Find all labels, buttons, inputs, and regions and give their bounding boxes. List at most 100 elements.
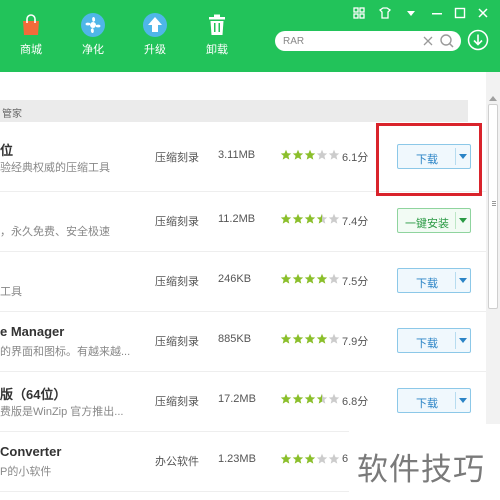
- nav-upgrade-button[interactable]: 升级: [132, 6, 178, 66]
- nav-upgrade-label: 升级: [144, 44, 166, 56]
- button-divider: [455, 392, 456, 409]
- star-icon: [280, 393, 292, 404]
- app-category: 办公软件: [155, 456, 199, 468]
- dropdown-arrow-icon[interactable]: [459, 338, 467, 343]
- app-row[interactable]: 工具 压缩刻录 246KB 7.5分 下载: [0, 252, 486, 312]
- menu-down-icon[interactable]: [404, 6, 418, 20]
- star-icon: [328, 333, 340, 344]
- app-size: 885KB: [218, 333, 252, 345]
- scroll-up-arrow-icon[interactable]: [489, 96, 497, 101]
- star-icon: [280, 453, 292, 464]
- app-description: ，永久免费、安全极速: [0, 226, 110, 238]
- star-icon: [304, 149, 316, 160]
- star-icon: [316, 333, 328, 344]
- download-button[interactable]: 下载: [397, 268, 471, 293]
- search-icon[interactable]: [439, 33, 455, 49]
- app-category: 压缩刻录: [155, 152, 199, 164]
- star-icon: [292, 273, 304, 284]
- trash-icon: [209, 14, 225, 35]
- star-icon: [304, 453, 316, 464]
- section-title: 管家: [2, 109, 22, 120]
- top-toolbar: 商城 净化 升级 卸载: [0, 0, 500, 72]
- star-icon: [292, 333, 304, 344]
- app-rating: 7.9分: [342, 336, 369, 348]
- minimize-icon[interactable]: [430, 6, 444, 20]
- install-button[interactable]: 一键安装: [397, 208, 471, 233]
- search-input[interactable]: [283, 33, 413, 49]
- app-row[interactable]: 版（64位） 费版是WinZip 官方推出... 压缩刻录 17.2MB 6.8分 下载: [0, 372, 486, 432]
- star-rating: [280, 333, 340, 347]
- app-category: 压缩刻录: [155, 396, 199, 408]
- scroll-grip-icon: [492, 201, 496, 202]
- grid-icon[interactable]: [352, 6, 366, 20]
- star-icon: [304, 333, 316, 344]
- download-button[interactable]: 下载: [397, 388, 471, 413]
- app-row[interactable]: e Manager 的界面和图标。有越来越... 压缩刻录 885KB 7.9分 下载: [0, 312, 486, 372]
- watermark-text: 软件技巧: [357, 452, 485, 488]
- star-icon: [328, 453, 340, 464]
- maximize-icon[interactable]: [453, 6, 467, 20]
- nav-uninstall-label: 卸载: [206, 44, 228, 56]
- search-box: [275, 31, 461, 51]
- star-icon: [316, 453, 328, 464]
- nav-uninstall-button[interactable]: 卸载: [194, 6, 240, 66]
- section-header: 管家: [0, 100, 468, 122]
- button-divider: [455, 272, 456, 289]
- close-icon[interactable]: [476, 6, 490, 20]
- nav-shop-label: 商城: [20, 44, 42, 56]
- app-name: 位: [0, 143, 14, 158]
- star-icon: [292, 149, 304, 160]
- star-icon: [328, 149, 340, 160]
- watermark: 软件技巧: [349, 424, 500, 500]
- star-icon: [292, 213, 304, 224]
- clear-search-icon[interactable]: [421, 34, 435, 48]
- scrollbar-thumb[interactable]: [488, 104, 498, 309]
- download-manager-icon[interactable]: [467, 29, 489, 51]
- star-icon: [292, 393, 304, 404]
- star-icon: [304, 273, 316, 284]
- app-size: 3.11MB: [218, 149, 256, 161]
- app-description: 的界面和图标。有越来越...: [0, 346, 131, 358]
- fan-icon: [81, 13, 105, 37]
- app-size: 11.2MB: [218, 213, 256, 225]
- nav-shop-button[interactable]: 商城: [8, 6, 54, 66]
- star-icon: [316, 393, 328, 404]
- star-icon: [304, 393, 316, 404]
- star-icon: [280, 149, 292, 160]
- app-category: 压缩刻录: [155, 216, 199, 228]
- star-icon: [280, 273, 292, 284]
- dropdown-arrow-icon[interactable]: [459, 278, 467, 283]
- star-rating: [280, 273, 340, 287]
- app-row[interactable]: ，永久免费、安全极速 压缩刻录 11.2MB 7.4分 一键安装: [0, 192, 486, 252]
- app-name: e Manager: [0, 324, 65, 339]
- button-label: 下载: [416, 338, 438, 350]
- button-divider: [455, 332, 456, 349]
- button-label: 下载: [416, 398, 438, 410]
- star-icon: [316, 213, 328, 224]
- star-rating: [280, 453, 340, 467]
- star-icon: [328, 393, 340, 404]
- app-name: Converter: [0, 444, 62, 459]
- star-icon: [316, 273, 328, 284]
- highlight-box: [376, 123, 482, 196]
- star-icon: [292, 453, 304, 464]
- star-rating: [280, 393, 340, 407]
- app-rating: 7.5分: [342, 276, 369, 288]
- app-rating: 6.8分: [342, 396, 369, 408]
- star-icon: [328, 273, 340, 284]
- app-size: 246KB: [218, 273, 252, 285]
- app-rating: 6.1分: [342, 152, 369, 164]
- app-size: 1.23MB: [218, 453, 256, 465]
- app-category: 压缩刻录: [155, 276, 199, 288]
- star-rating: [280, 213, 340, 227]
- nav-clean-button[interactable]: 净化: [70, 6, 116, 66]
- dropdown-arrow-icon[interactable]: [459, 218, 467, 223]
- star-icon: [304, 213, 316, 224]
- star-rating: [280, 149, 340, 163]
- app-category: 压缩刻录: [155, 336, 199, 348]
- shopping-bag-icon: [23, 14, 39, 35]
- skin-icon[interactable]: [378, 6, 392, 20]
- download-button[interactable]: 下载: [397, 328, 471, 353]
- star-icon: [280, 333, 292, 344]
- dropdown-arrow-icon[interactable]: [459, 398, 467, 403]
